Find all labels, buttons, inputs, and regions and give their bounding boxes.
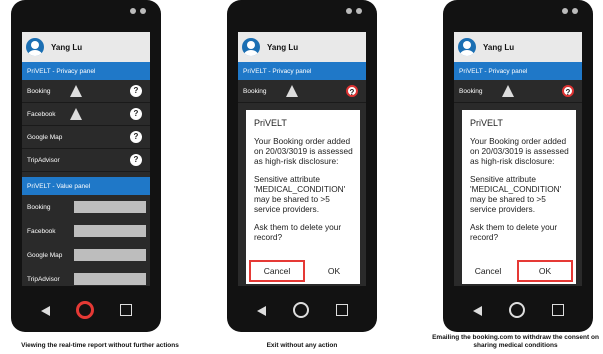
value-bar	[74, 225, 146, 237]
cancel-button[interactable]: Cancel	[462, 258, 514, 284]
dialog-title: PriVELT	[470, 118, 503, 128]
warning-triangle-icon	[286, 85, 298, 97]
camera-dot	[130, 8, 136, 14]
privacy-row-booking[interactable]: Booking?	[22, 80, 150, 103]
ok-button[interactable]: OK	[517, 260, 573, 282]
camera-dot	[346, 8, 352, 14]
risk-dialog: PriVELT Your Booking order added on 20/0…	[246, 110, 360, 284]
phone-screen: Yang Lu PriVELT - Privacy panel Booking?…	[238, 32, 366, 286]
privacy-row-tripadvisor[interactable]: TripAdvisor?	[22, 149, 150, 172]
recents-square-icon[interactable]	[120, 304, 132, 316]
phone-screen: Yang Lu PriVELT - Privacy panel Booking?…	[22, 32, 150, 286]
privacy-row-booking[interactable]: Booking?	[454, 80, 582, 103]
service-label: TripAdvisor	[27, 156, 60, 164]
value-row-tripadvisor[interactable]: TripAdvisor	[22, 267, 150, 286]
question-circle-icon[interactable]: ?	[130, 131, 142, 143]
value-bar	[74, 201, 146, 213]
service-label: Booking	[27, 87, 51, 95]
home-circle-icon[interactable]	[76, 301, 94, 319]
dialog-detail: Sensitive attribute 'MEDICAL_CONDITION' …	[254, 174, 346, 214]
caption-phone-1: Viewing the real-time report without fur…	[21, 342, 179, 349]
privacy-row-google-map[interactable]: Google Map?	[22, 126, 150, 149]
value-bar	[74, 249, 146, 261]
phone-screen: Yang Lu PriVELT - Privacy panel Booking?…	[454, 32, 582, 286]
dialog-buttons: Cancel OK	[462, 258, 576, 284]
user-avatar-icon	[458, 38, 476, 56]
back-triangle-icon[interactable]	[473, 306, 482, 316]
risk-dialog: PriVELT Your Booking order added on 20/0…	[462, 110, 576, 284]
camera-dot	[356, 8, 362, 14]
dialog-detail: Sensitive attribute 'MEDICAL_CONDITION' …	[470, 174, 562, 214]
recents-square-icon[interactable]	[552, 304, 564, 316]
home-circle-icon[interactable]	[293, 302, 309, 318]
question-circle-icon[interactable]: ?	[346, 85, 358, 97]
caption-phone-2: Exit without any action	[266, 342, 338, 349]
caption-phone-3: Emailing the booking.com to withdraw the…	[432, 334, 599, 349]
home-circle-icon[interactable]	[509, 302, 525, 318]
privacy-panel-header: PriVELT - Privacy panel	[454, 62, 582, 80]
service-label: Google Map	[27, 251, 63, 259]
service-label: Facebook	[27, 227, 56, 235]
privacy-panel-header: PriVELT - Privacy panel	[238, 62, 366, 80]
dialog-title: PriVELT	[254, 118, 287, 128]
value-bar	[74, 273, 146, 285]
user-name: Yang Lu	[267, 42, 299, 52]
privacy-row-facebook[interactable]: Facebook?	[22, 103, 150, 126]
back-triangle-icon[interactable]	[257, 306, 266, 316]
nav-bar	[443, 298, 593, 324]
value-row-booking[interactable]: Booking	[22, 195, 150, 219]
user-bar: Yang Lu	[454, 32, 582, 62]
phone-1: Yang Lu PriVELT - Privacy panel Booking?…	[11, 0, 161, 332]
privacy-panel-header: PriVELT - Privacy panel	[22, 62, 150, 80]
service-label: Booking	[27, 203, 51, 211]
service-label: TripAdvisor	[27, 275, 60, 283]
user-name: Yang Lu	[483, 42, 515, 52]
question-circle-icon[interactable]: ?	[130, 108, 142, 120]
user-name: Yang Lu	[51, 42, 83, 52]
dialog-question: Ask them to delete your record?	[254, 222, 342, 242]
value-panel-header: PriVELT - Value panel	[22, 177, 150, 195]
camera-dot	[572, 8, 578, 14]
camera-dot	[562, 8, 568, 14]
service-label: Google Map	[27, 133, 63, 141]
dialog-question: Ask them to delete your record?	[470, 222, 558, 242]
recents-square-icon[interactable]	[336, 304, 348, 316]
nav-bar	[11, 298, 161, 324]
back-triangle-icon[interactable]	[41, 306, 50, 316]
dialog-message: Your Booking order added on 20/03/3019 i…	[254, 136, 353, 166]
value-row-facebook[interactable]: Facebook	[22, 219, 150, 243]
camera-dot	[140, 8, 146, 14]
ok-button[interactable]: OK	[308, 258, 360, 284]
phone-3: Yang Lu PriVELT - Privacy panel Booking?…	[443, 0, 593, 332]
privacy-row-booking[interactable]: Booking?	[238, 80, 366, 103]
dialog-message: Your Booking order added on 20/03/3019 i…	[470, 136, 569, 166]
user-bar: Yang Lu	[22, 32, 150, 62]
service-label: Booking	[459, 87, 483, 95]
phone-2: Yang Lu PriVELT - Privacy panel Booking?…	[227, 0, 377, 332]
service-label: Booking	[243, 87, 267, 95]
warning-triangle-icon	[70, 108, 82, 120]
question-circle-icon[interactable]: ?	[130, 154, 142, 166]
value-row-google-map[interactable]: Google Map	[22, 243, 150, 267]
warning-triangle-icon	[502, 85, 514, 97]
user-avatar-icon	[242, 38, 260, 56]
question-circle-icon[interactable]: ?	[130, 85, 142, 97]
user-avatar-icon	[26, 38, 44, 56]
user-bar: Yang Lu	[238, 32, 366, 62]
dialog-buttons: Cancel OK	[246, 258, 360, 284]
service-label: Facebook	[27, 110, 56, 118]
cancel-button[interactable]: Cancel	[249, 260, 305, 282]
warning-triangle-icon	[70, 85, 82, 97]
question-circle-icon[interactable]: ?	[562, 85, 574, 97]
nav-bar	[227, 298, 377, 324]
